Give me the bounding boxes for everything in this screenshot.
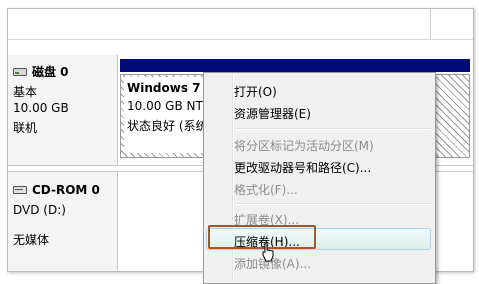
column-header-strip: [8, 9, 473, 40]
disk-0-size: 10.00 GB: [13, 101, 69, 115]
mouse-pointer-icon: [262, 242, 274, 262]
disk-0-status: 联机: [13, 121, 38, 135]
partition-status: 状态良好 (系统: [127, 119, 208, 133]
menu-item-open[interactable]: 打开(O): [234, 83, 277, 100]
cd-rom-icon: [13, 186, 27, 194]
disk-0-info-panel[interactable]: 磁盘 0 基本 10.00 GB 联机: [8, 55, 118, 165]
menu-item-mark-active[interactable]: 将分区标记为活动分区(M): [234, 137, 374, 154]
cdrom-0-media: 无媒体: [13, 233, 50, 247]
hard-disk-icon: [13, 67, 27, 76]
cdrom-0-title: CD-ROM 0: [32, 183, 100, 197]
partition-header-bar: [120, 59, 470, 72]
menu-separator: [236, 128, 431, 130]
cdrom-0-drive: DVD (D:): [13, 203, 66, 217]
menu-item-explorer[interactable]: 资源管理器(E): [234, 105, 311, 122]
partition-size: 10.00 GB NTF: [127, 99, 210, 113]
menu-item-change-drive-letter[interactable]: 更改驱动器号和路径(C)...: [234, 159, 371, 176]
context-menu: 打开(O) 资源管理器(E) 将分区标记为活动分区(M) 更改驱动器号和路径(C…: [203, 72, 436, 284]
menu-separator: [236, 203, 431, 205]
disk-0-type: 基本: [13, 85, 38, 99]
menu-item-format[interactable]: 格式化(F)...: [234, 181, 298, 198]
cdrom-0-info-panel[interactable]: CD-ROM 0 DVD (D:) 无媒体: [8, 172, 118, 271]
disk-0-title: 磁盘 0: [32, 65, 69, 79]
